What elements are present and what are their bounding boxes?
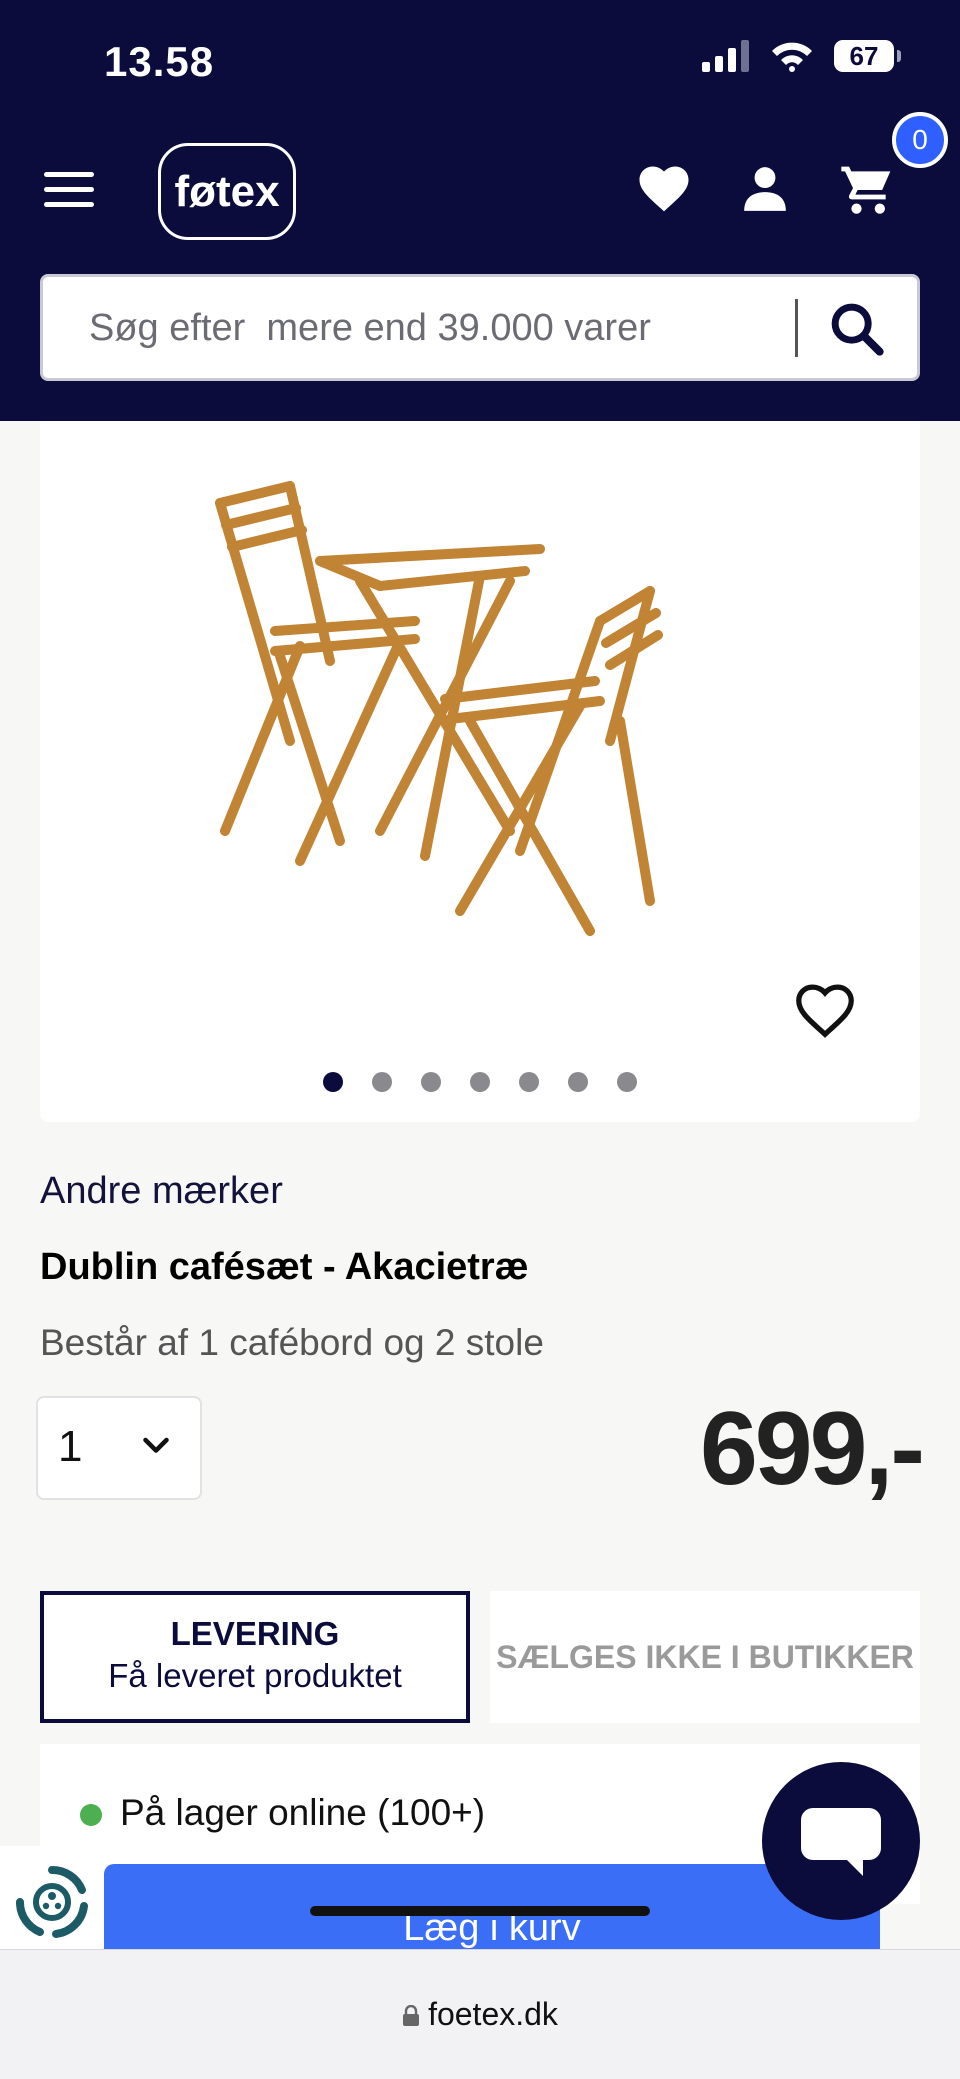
home-indicator [310, 1906, 650, 1916]
account-icon[interactable] [740, 162, 790, 214]
product-title: Dublin cafésæt - Akacietræ [40, 1246, 529, 1288]
gallery-dot-3[interactable] [421, 1072, 441, 1092]
status-time: 13.58 [104, 38, 215, 85]
lock-icon [403, 2004, 420, 2026]
wifi-icon [772, 42, 812, 72]
gallery-dot-2[interactable] [372, 1072, 392, 1092]
quantity-select[interactable]: 1 [36, 1396, 202, 1500]
product-brand[interactable]: Andre mærker [40, 1170, 283, 1213]
gallery-dot-7[interactable] [617, 1072, 637, 1092]
favorite-heart-icon[interactable] [790, 976, 860, 1046]
menu-button[interactable] [44, 172, 94, 212]
tab-delivery-subtitle: Få leveret produktet [108, 1657, 402, 1694]
gallery-dot-5[interactable] [519, 1072, 539, 1092]
cart-icon[interactable] [838, 162, 896, 218]
gallery-pagination [40, 1072, 920, 1092]
gallery-dot-1[interactable] [323, 1072, 343, 1092]
browser-url-bar[interactable]: foetex.dk [0, 1949, 960, 2079]
quantity-value: 1 [58, 1422, 83, 1471]
tab-store[interactable]: SÆLGES IKKE I BUTIKKER [490, 1591, 920, 1723]
stock-status-dot [80, 1804, 102, 1826]
chevron-down-icon [143, 1437, 169, 1453]
battery-icon: 67 [834, 40, 901, 72]
url-text: foetex.dk [428, 1996, 558, 2032]
chat-bubble-icon [801, 1808, 881, 1876]
tab-delivery-title: LEVERING [170, 1615, 340, 1652]
product-image-gallery[interactable] [40, 421, 920, 1122]
heart-icon[interactable] [636, 162, 692, 214]
product-price: 699,- [699, 1391, 925, 1507]
search-bar [40, 274, 920, 381]
gallery-dot-4[interactable] [470, 1072, 490, 1092]
search-divider [795, 299, 798, 357]
url-display: foetex.dk [0, 1996, 960, 2033]
chat-button[interactable] [762, 1762, 920, 1920]
site-header: 13.58 67 føtex 0 [0, 0, 960, 421]
accessibility-icon [15, 1865, 88, 1938]
status-icons: 67 [702, 40, 901, 72]
cart-count-badge: 0 [892, 112, 948, 168]
tab-delivery[interactable]: LEVERING Få leveret produktet [40, 1591, 470, 1723]
stock-status-text: På lager online (100+) [120, 1792, 486, 1833]
gallery-dot-6[interactable] [568, 1072, 588, 1092]
search-icon[interactable] [825, 297, 889, 361]
foetex-logo[interactable]: føtex [158, 143, 296, 240]
product-image [215, 481, 663, 936]
accessibility-widget[interactable] [0, 1846, 104, 1958]
product-description: Består af 1 cafébord og 2 stole [40, 1322, 544, 1363]
search-input[interactable] [87, 277, 811, 380]
signal-icon [702, 40, 749, 72]
